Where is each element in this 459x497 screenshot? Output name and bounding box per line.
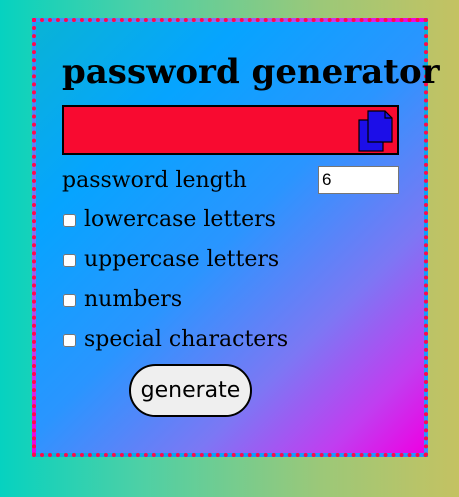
password-length-label: password length [62, 168, 247, 193]
generate-button[interactable]: generate [129, 364, 252, 417]
uppercase-checkbox[interactable] [63, 254, 76, 267]
special-characters-label: special characters [84, 327, 289, 352]
copy-icon[interactable] [357, 109, 395, 153]
special-characters-checkbox[interactable] [63, 334, 76, 347]
password-length-input[interactable] [318, 166, 399, 194]
uppercase-label: uppercase letters [84, 247, 280, 272]
lowercase-checkbox[interactable] [63, 214, 76, 227]
page-title: password generator [62, 52, 440, 92]
numbers-label: numbers [84, 287, 183, 312]
numbers-checkbox[interactable] [63, 294, 76, 307]
lowercase-label: lowercase letters [84, 207, 276, 232]
password-output [62, 105, 399, 155]
